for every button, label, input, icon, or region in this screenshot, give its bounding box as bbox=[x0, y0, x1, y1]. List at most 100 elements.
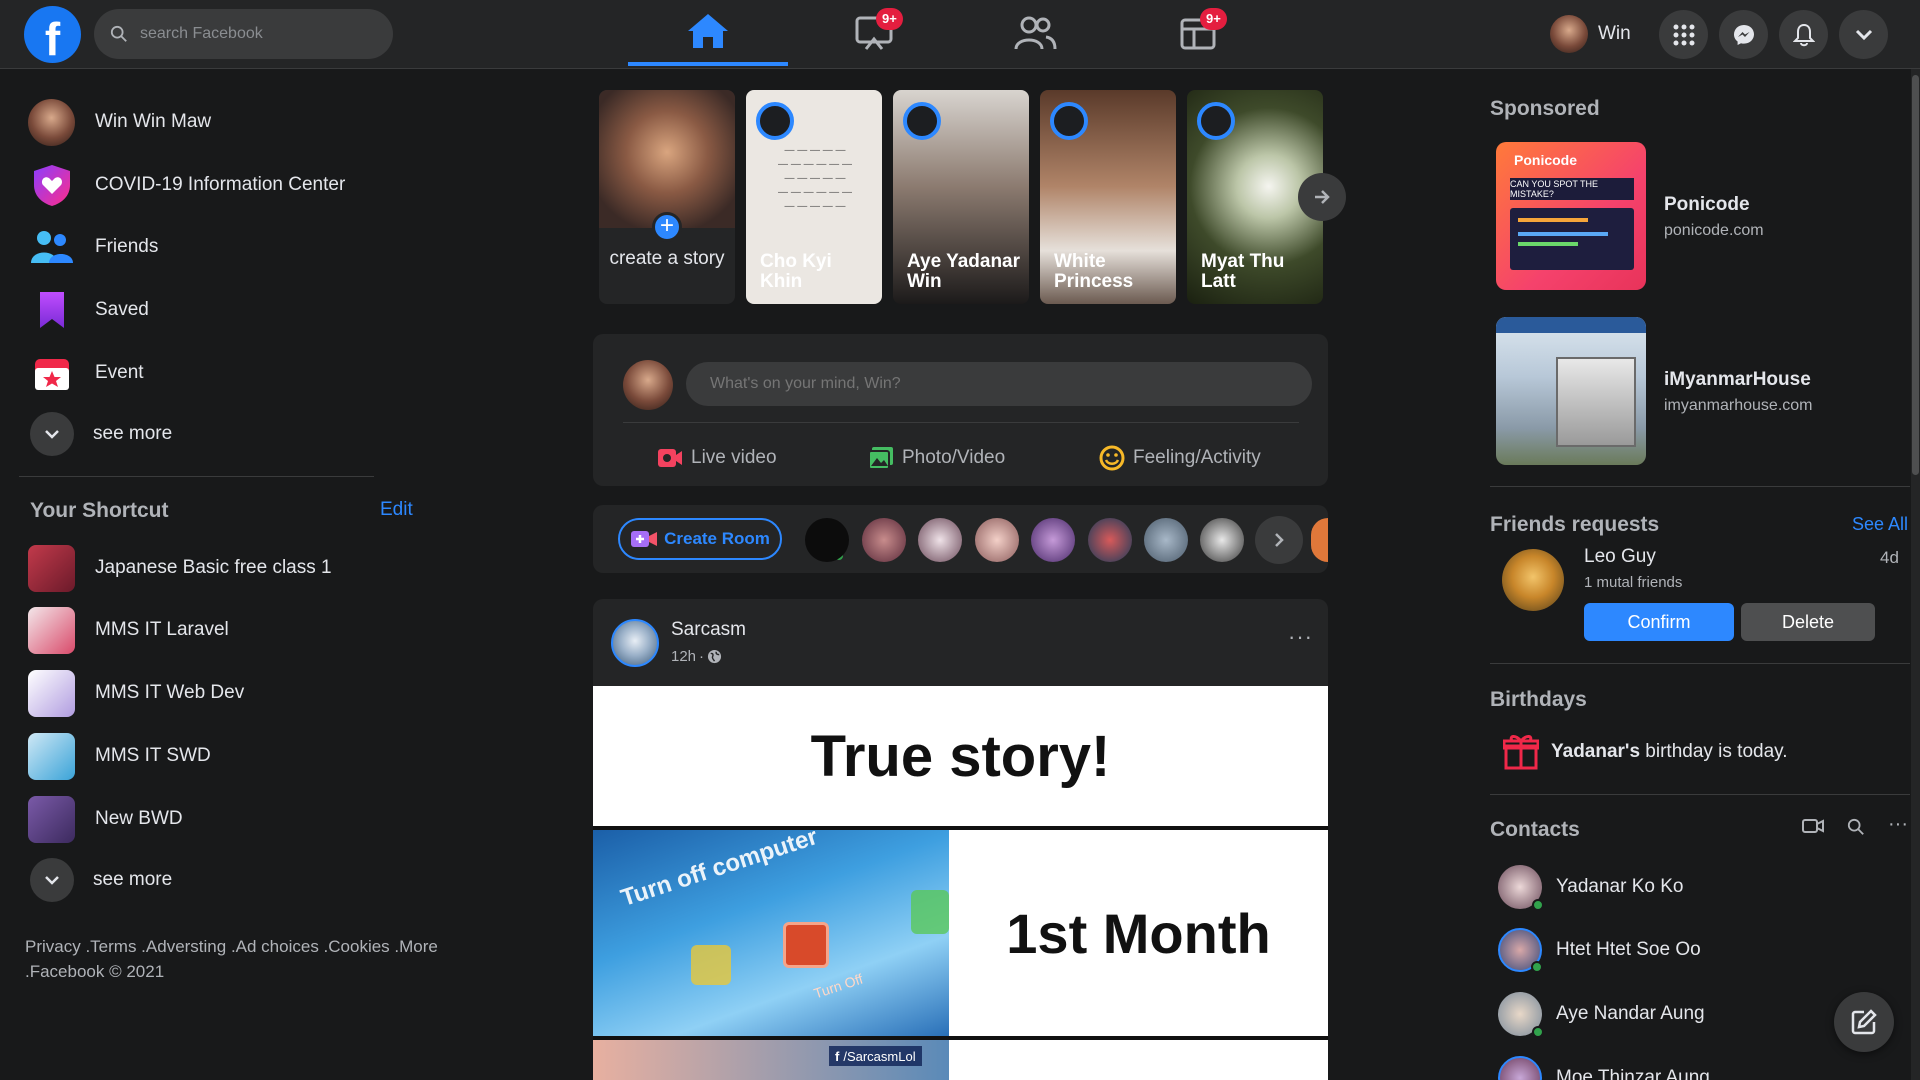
contact-item[interactable]: Moe Thinzar Aung bbox=[1498, 1049, 1710, 1080]
room-contact-avatar[interactable] bbox=[918, 518, 962, 562]
shortcut-item[interactable]: MMS IT SWD bbox=[18, 727, 438, 785]
tab-gaming[interactable]: 9+ bbox=[1118, 0, 1278, 66]
meme-label-panel: 1st Month bbox=[949, 830, 1328, 1036]
shortcut-label: New BWD bbox=[95, 808, 183, 829]
chevron-down-icon bbox=[29, 858, 74, 902]
create-story-label: create a story bbox=[609, 248, 725, 269]
left-nav-event[interactable]: Event bbox=[18, 344, 438, 402]
left-nav-covid[interactable]: COVID-19 Information Center bbox=[18, 156, 438, 214]
more-dots-icon: ··· bbox=[1288, 624, 1313, 649]
contacts-search-icon[interactable] bbox=[1847, 818, 1865, 841]
post-more-options[interactable]: ··· bbox=[1288, 624, 1318, 649]
footer-links[interactable]: Privacy .Terms .Adversting .Ad choices .… bbox=[25, 934, 465, 984]
delete-button[interactable]: Delete bbox=[1741, 603, 1875, 641]
story-card[interactable]: White Princess bbox=[1040, 90, 1176, 304]
tab-home[interactable] bbox=[628, 0, 788, 66]
left-nav-profile[interactable]: Win Win Maw bbox=[18, 93, 438, 151]
post-author-avatar[interactable] bbox=[611, 619, 659, 667]
rooms-next-button[interactable] bbox=[1255, 516, 1303, 564]
profile-chip[interactable]: Win bbox=[1546, 12, 1641, 56]
contact-avatar bbox=[1498, 865, 1544, 911]
story-avatar bbox=[1197, 102, 1235, 140]
story-card[interactable]: — — — — — — — — — — — — — — — — — — — — — —… bbox=[746, 90, 882, 304]
ad-image-ponicode[interactable]: Ponicode CAN YOU SPOT THE MISTAKE? bbox=[1496, 142, 1646, 290]
create-room-button[interactable]: Create Room bbox=[618, 518, 782, 560]
contact-item[interactable]: Aye Nandar Aung bbox=[1498, 985, 1705, 1043]
room-contact-avatar[interactable] bbox=[1144, 518, 1188, 562]
ad-name[interactable]: Ponicode bbox=[1664, 194, 1750, 216]
search-input[interactable] bbox=[140, 25, 370, 43]
live-video-button[interactable]: Live video bbox=[657, 438, 777, 478]
new-message-button[interactable] bbox=[1834, 992, 1894, 1052]
room-contact-avatar[interactable] bbox=[975, 518, 1019, 562]
friend-request-name[interactable]: Leo Guy bbox=[1584, 546, 1656, 568]
post-card: Sarcasm 12h · ··· True story! Turn off c… bbox=[593, 599, 1328, 1080]
contact-avatar bbox=[1498, 1056, 1542, 1080]
birthday-name[interactable]: Yadanar's bbox=[1551, 741, 1640, 762]
photo-video-button[interactable]: Photo/Video bbox=[868, 438, 1005, 478]
ad-image-imyanmarhouse[interactable] bbox=[1496, 317, 1646, 465]
see-all-link[interactable]: See All bbox=[1852, 514, 1908, 535]
meme-panel-label: 1st Month bbox=[1006, 901, 1271, 965]
room-contact-avatar[interactable] bbox=[1311, 518, 1328, 562]
friend-request-avatar[interactable] bbox=[1502, 549, 1564, 611]
contacts-more-icon[interactable]: ··· bbox=[1888, 814, 1908, 834]
shortcut-item[interactable]: New BWD bbox=[18, 790, 438, 848]
search-box[interactable] bbox=[94, 9, 393, 59]
account-dropdown-button[interactable] bbox=[1839, 10, 1888, 59]
ad-domain[interactable]: imyanmarhouse.com bbox=[1664, 397, 1813, 415]
room-contact-avatar[interactable] bbox=[1200, 518, 1244, 562]
globe-icon bbox=[707, 649, 722, 664]
room-contact-avatar[interactable] bbox=[1088, 518, 1132, 562]
story-avatar bbox=[1050, 102, 1088, 140]
chevron-right-icon bbox=[1275, 533, 1284, 547]
room-contact-avatar[interactable] bbox=[1031, 518, 1075, 562]
left-nav-friends[interactable]: Friends bbox=[18, 218, 438, 276]
ad-name[interactable]: iMyanmarHouse bbox=[1664, 369, 1811, 391]
feeling-activity-button[interactable]: Feeling/Activity bbox=[1099, 438, 1261, 478]
story-card[interactable]: Aye Yadanar Win bbox=[893, 90, 1029, 304]
post-image[interactable]: True story! Turn off computer Turn Off 1… bbox=[593, 686, 1328, 1080]
mutual-friends[interactable]: 1 mutal friends bbox=[1584, 574, 1682, 591]
notifications-button[interactable] bbox=[1779, 10, 1828, 59]
room-contact-avatar[interactable] bbox=[862, 518, 906, 562]
story-avatar bbox=[903, 102, 941, 140]
edit-shortcuts-link[interactable]: Edit bbox=[380, 499, 413, 521]
confirm-button[interactable]: Confirm bbox=[1584, 603, 1734, 641]
home-icon bbox=[688, 14, 728, 48]
left-nav-label: Saved bbox=[95, 299, 149, 320]
post-author-name[interactable]: Sarcasm bbox=[671, 619, 746, 641]
messenger-button[interactable] bbox=[1719, 10, 1768, 59]
birthday-message: birthday is today. bbox=[1640, 741, 1788, 762]
shortcut-thumbnail bbox=[28, 795, 75, 843]
contact-item[interactable]: Yadanar Ko Ko bbox=[1498, 858, 1683, 916]
composer-input[interactable] bbox=[686, 362, 1312, 406]
left-nav-saved[interactable]: Saved bbox=[18, 281, 438, 339]
shortcut-item[interactable]: Japanese Basic free class 1 bbox=[18, 539, 438, 597]
menu-button[interactable] bbox=[1659, 10, 1708, 59]
shortcuts-see-more[interactable]: see more bbox=[18, 851, 438, 909]
contact-avatar bbox=[1498, 928, 1543, 973]
tab-watch[interactable]: 9+ bbox=[794, 0, 954, 66]
post-time[interactable]: 12h bbox=[671, 648, 696, 665]
left-nav-see-more[interactable]: see more bbox=[18, 405, 438, 463]
scrollbar-track[interactable] bbox=[1911, 69, 1920, 1080]
story-avatar bbox=[756, 102, 794, 140]
stories-next-button[interactable] bbox=[1298, 173, 1346, 221]
action-label: Feeling/Activity bbox=[1133, 447, 1261, 468]
room-contact-avatar[interactable] bbox=[805, 518, 849, 562]
facebook-logo-icon[interactable]: f bbox=[24, 6, 81, 63]
watermark-text: /SarcasmLol bbox=[843, 1048, 916, 1064]
shortcut-item[interactable]: MMS IT Web Dev bbox=[18, 664, 438, 722]
friends-icon bbox=[28, 224, 75, 271]
divider bbox=[1490, 794, 1910, 795]
scrollbar-thumb[interactable] bbox=[1912, 75, 1919, 475]
contact-item[interactable]: Htet Htet Soe Oo bbox=[1498, 921, 1701, 979]
plus-icon: + bbox=[652, 212, 682, 242]
shortcut-item[interactable]: MMS IT Laravel bbox=[18, 601, 438, 659]
tab-friends[interactable] bbox=[955, 0, 1115, 66]
ad-domain[interactable]: ponicode.com bbox=[1664, 222, 1764, 240]
contact-avatar bbox=[1498, 992, 1544, 1038]
create-story-card[interactable]: + create a story bbox=[599, 90, 735, 304]
video-call-icon[interactable] bbox=[1802, 818, 1824, 839]
